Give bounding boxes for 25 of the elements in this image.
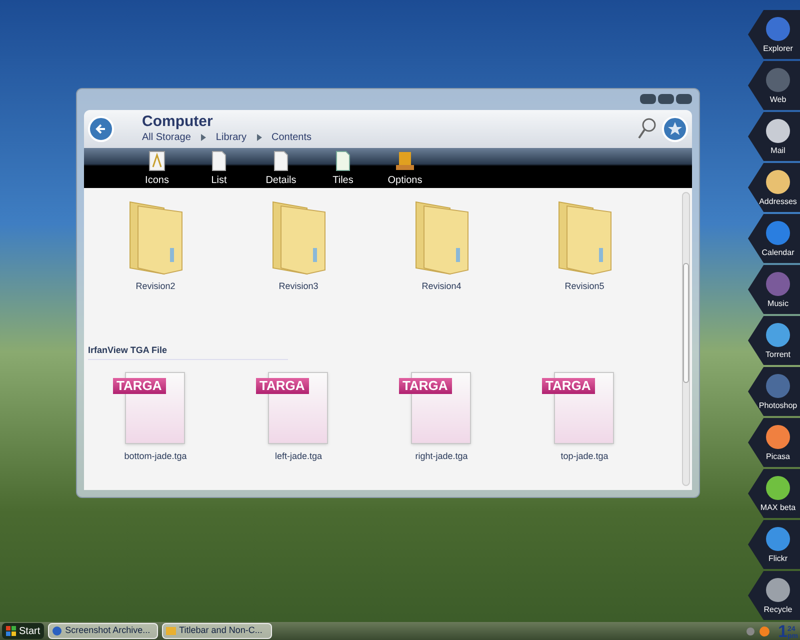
toolbar-button[interactable]: Tiles — [322, 151, 364, 186]
file-label[interactable]: left-jade.tga — [274, 450, 322, 464]
breadcrumb-link[interactable]: Library — [216, 130, 246, 145]
folder-label[interactable]: Revision3 — [278, 280, 318, 294]
badge-label: TARGA — [256, 378, 309, 394]
file-label[interactable]: right-jade.tga — [415, 450, 468, 464]
taskbar-button[interactable]: Titlebar and Non-C... — [162, 623, 272, 639]
folder-label[interactable]: Revision5 — [564, 280, 604, 294]
folder-label[interactable]: Revision4 — [422, 280, 462, 294]
breadcrumb-link[interactable]: All Storage — [142, 130, 191, 145]
folder-label[interactable]: Revision2 — [136, 280, 176, 294]
file-label[interactable]: top-jade.tga — [560, 450, 608, 464]
badge-label: TARGA — [542, 378, 595, 394]
badge-label: TARGA — [112, 378, 166, 394]
toolbar-button[interactable]: Details — [260, 151, 302, 186]
breadcrumb-link[interactable]: Contents — [272, 130, 312, 145]
toolbar-button[interactable]: List — [198, 151, 240, 186]
group-heading: IrfanView TGA File — [88, 344, 288, 360]
toolbar-button[interactable]: Icons — [136, 151, 178, 186]
window-title: Computer — [142, 113, 214, 130]
badge-label: TARGA — [398, 378, 452, 394]
start-button[interactable]: Start — [2, 623, 44, 639]
toolbar-button[interactable]: Options — [384, 151, 426, 186]
file-label[interactable]: bottom-jade.tga — [124, 450, 187, 464]
taskbar-button[interactable]: Screenshot Archive... — [48, 623, 158, 639]
